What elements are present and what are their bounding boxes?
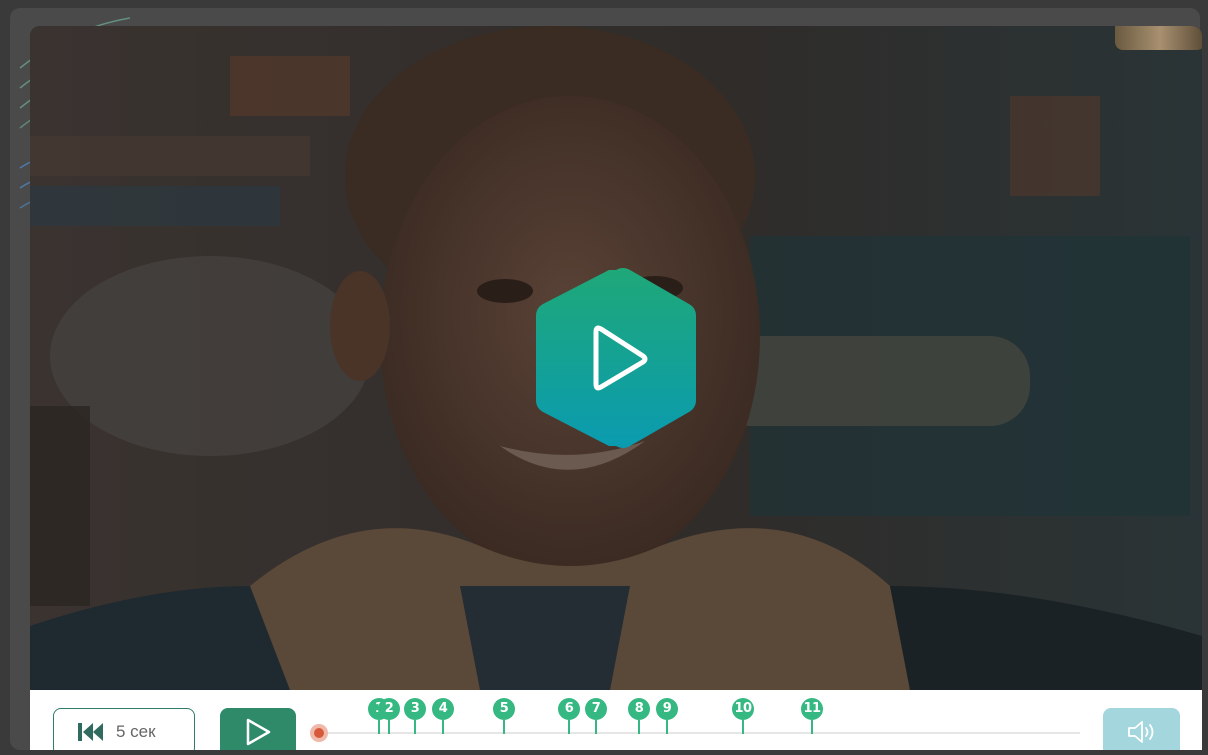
timeline-marker[interactable]: 10 (732, 698, 754, 734)
video-player[interactable]: 5 сек 1234567891011 (30, 26, 1202, 750)
skip-back-icon (78, 723, 103, 741)
timeline-marker-label: 11 (801, 698, 823, 720)
timeline-marker-label: 5 (493, 698, 515, 720)
timeline-marker[interactable]: 9 (656, 698, 678, 734)
timeline-marker[interactable]: 4 (432, 698, 454, 734)
big-play-button[interactable] (533, 266, 699, 450)
timeline-marker-label: 10 (732, 698, 754, 720)
timeline-marker-line (388, 720, 390, 734)
play-icon (246, 718, 271, 746)
volume-button[interactable] (1103, 708, 1180, 750)
rewind-5-seconds-button[interactable]: 5 сек (53, 708, 195, 750)
timeline-marker-line (811, 720, 813, 734)
timeline-marker[interactable]: 5 (493, 698, 515, 734)
page-background: 5 сек 1234567891011 (0, 0, 1208, 755)
rewind-label: 5 сек (116, 722, 156, 741)
video-frame[interactable] (30, 26, 1202, 690)
timeline-marker-line (568, 720, 570, 734)
timeline-marker-line (442, 720, 444, 734)
timeline-marker-label: 8 (628, 698, 650, 720)
timeline-marker[interactable]: 8 (628, 698, 650, 734)
play-icon (536, 268, 696, 448)
timeline-marker-line (414, 720, 416, 734)
timeline-marker-label: 3 (404, 698, 426, 720)
speaker-icon (1127, 721, 1153, 743)
timeline-marker-label: 6 (558, 698, 580, 720)
timeline[interactable]: 1234567891011 (310, 690, 1090, 750)
play-button[interactable] (220, 708, 296, 750)
timeline-marker-label: 9 (656, 698, 678, 720)
timeline-marker-line (595, 720, 597, 734)
timeline-marker-line (503, 720, 505, 734)
timeline-marker-line (666, 720, 668, 734)
top-right-thumbnail (1115, 26, 1202, 50)
timeline-marker[interactable]: 6 (558, 698, 580, 734)
controls-bar: 5 сек 1234567891011 (30, 690, 1202, 750)
timeline-marker[interactable]: 7 (585, 698, 607, 734)
timeline-marker[interactable]: 11 (801, 698, 823, 734)
timeline-marker-label: 2 (378, 698, 400, 720)
timeline-marker-label: 4 (432, 698, 454, 720)
timeline-marker-line (742, 720, 744, 734)
timeline-marker-label: 7 (585, 698, 607, 720)
timeline-marker[interactable]: 2 (378, 698, 400, 734)
timeline-marker-line (638, 720, 640, 734)
timeline-marker[interactable]: 3 (404, 698, 426, 734)
timeline-handle[interactable] (310, 724, 328, 742)
